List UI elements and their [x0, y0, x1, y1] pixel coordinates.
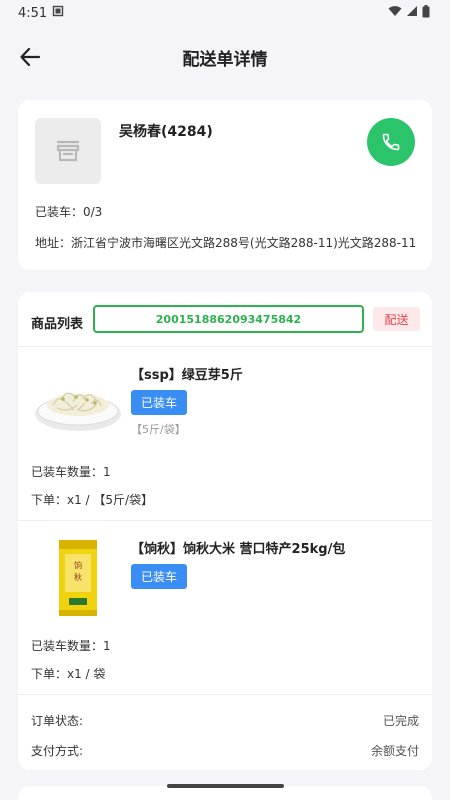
call-button[interactable]: [367, 118, 415, 166]
app-bar: 配送单详情: [0, 26, 450, 88]
svg-text:秋: 秋: [74, 572, 82, 582]
list-item[interactable]: 饷 秋 【饷秋】饷秋大米 营口特产25kg/包 已装车 已装车数量：1 下单：x…: [18, 522, 432, 695]
store-icon: [56, 140, 80, 162]
delivery-address: 地址：浙江省宁波市海曙区光文路288号(光文路288-11)光文路288-11: [35, 236, 417, 250]
shop-image: [35, 118, 101, 184]
goods-list-header: 商品列表 2001518862093475842 配送: [18, 292, 432, 347]
product-name: 【ssp】绿豆芽5斤: [131, 368, 243, 383]
delivery-tag: 配送: [373, 307, 420, 331]
product-spec: 【5斤/袋】: [131, 423, 186, 436]
signal-icon: [406, 5, 418, 21]
screenshot-icon: [52, 5, 64, 21]
goods-list-label: 商品列表: [31, 317, 84, 332]
home-indicator[interactable]: [167, 784, 284, 788]
payment-method-label: 支付方式:: [31, 744, 84, 758]
loaded-count: 已装车：0/3: [35, 205, 103, 219]
order-quantity: 下单：x1 / 袋: [31, 667, 106, 681]
order-status-row: 订单状态: 已完成: [31, 712, 419, 729]
back-button[interactable]: [16, 43, 44, 71]
product-name: 【饷秋】饷秋大米 营口特产25kg/包: [131, 542, 346, 557]
phone-icon: [382, 133, 400, 151]
loaded-badge[interactable]: 已装车: [131, 390, 187, 415]
product-image: [31, 362, 125, 446]
loaded-quantity: 已装车数量：1: [31, 465, 111, 479]
customer-card: 吴杨春(4284) 已装车：0/3 地址：浙江省宁波市海曙区光文路288号(光文…: [18, 100, 432, 270]
next-card: [18, 786, 432, 800]
battery-icon: [422, 4, 430, 22]
order-status-label: 订单状态:: [31, 714, 84, 728]
svg-text:饷: 饷: [74, 560, 82, 570]
payment-method-row: 支付方式: 余额支付: [31, 742, 419, 759]
product-image: 饷 秋: [31, 536, 125, 620]
status-time: 4:51: [18, 5, 48, 21]
arrow-left-icon: [20, 47, 41, 67]
list-item[interactable]: 【ssp】绿豆芽5斤 已装车 【5斤/袋】 已装车数量：1 下单：x1 / 【5…: [18, 348, 432, 521]
customer-name: 吴杨春(4284): [119, 124, 213, 140]
wifi-icon: [388, 5, 402, 21]
status-bar: 4:51: [0, 0, 450, 26]
goods-card: 商品列表 2001518862093475842 配送 【ssp】绿豆芽5斤 已…: [18, 292, 432, 770]
loaded-quantity: 已装车数量：1: [31, 639, 111, 653]
order-quantity: 下单：x1 / 【5斤/袋】: [31, 493, 154, 507]
order-code-field[interactable]: 2001518862093475842: [93, 305, 364, 333]
loaded-badge[interactable]: 已装车: [131, 564, 187, 589]
order-status-value: 已完成: [382, 714, 419, 728]
payment-method-value: 余额支付: [370, 744, 419, 758]
page-title: 配送单详情: [182, 49, 268, 70]
